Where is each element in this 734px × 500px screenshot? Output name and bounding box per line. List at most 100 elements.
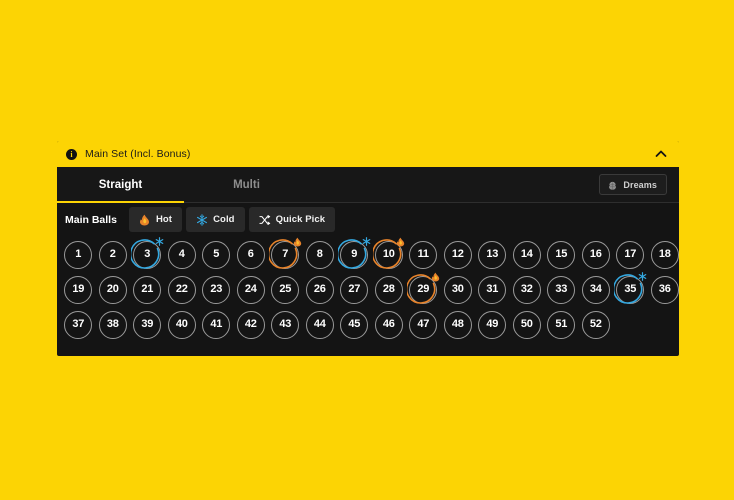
ball-43[interactable]: 43 (268, 307, 303, 342)
ball-circle: 1 (64, 240, 93, 269)
ball-number: 1 (75, 247, 82, 260)
ball-number: 50 (520, 317, 533, 330)
ball-3-cold[interactable]: 3 (130, 237, 165, 272)
ball-35-cold[interactable]: 35 (613, 272, 648, 307)
ball-37[interactable]: 37 (61, 307, 96, 342)
ball-34[interactable]: 34 (579, 272, 614, 307)
ball-14[interactable]: 14 (510, 237, 545, 272)
ball-circle: 45 (340, 310, 369, 339)
ball-18[interactable]: 18 (648, 237, 680, 272)
ball-22[interactable]: 22 (165, 272, 200, 307)
tab-straight[interactable]: Straight (57, 167, 184, 203)
ball-15[interactable]: 15 (544, 237, 579, 272)
ball-26[interactable]: 26 (303, 272, 338, 307)
ball-24[interactable]: 24 (234, 272, 269, 307)
hot-button[interactable]: Hot (128, 207, 183, 232)
ball-circle: 47 (409, 310, 438, 339)
ball-4[interactable]: 4 (165, 237, 200, 272)
ball-32[interactable]: 32 (510, 272, 545, 307)
ball-circle: 41 (202, 310, 231, 339)
ball-number: 27 (348, 282, 361, 295)
ball-6[interactable]: 6 (234, 237, 269, 272)
ball-30[interactable]: 30 (441, 272, 476, 307)
ball-42[interactable]: 42 (234, 307, 269, 342)
ball-circle: 13 (478, 240, 507, 269)
cold-button[interactable]: Cold (186, 207, 245, 232)
ball-8[interactable]: 8 (303, 237, 338, 272)
ball-12[interactable]: 12 (441, 237, 476, 272)
ball-25[interactable]: 25 (268, 272, 303, 307)
ball-9-cold[interactable]: 9 (337, 237, 372, 272)
ball-circle: 46 (374, 310, 403, 339)
ball-21[interactable]: 21 (130, 272, 165, 307)
ball-number: 43 (279, 317, 292, 330)
quick-pick-button[interactable]: Quick Pick (248, 207, 336, 232)
ball-number: 37 (72, 317, 85, 330)
ball-19[interactable]: 19 (61, 272, 96, 307)
ball-circle: 42 (236, 310, 265, 339)
ball-number: 10 (382, 247, 395, 260)
ball-number: 45 (348, 317, 361, 330)
ball-circle: 5 (202, 240, 231, 269)
ball-33[interactable]: 33 (544, 272, 579, 307)
ball-circle: 52 (581, 310, 610, 339)
ball-49[interactable]: 49 (475, 307, 510, 342)
ball-circle: 9 (340, 240, 369, 269)
ball-45[interactable]: 45 (337, 307, 372, 342)
ball-circle: 35 (616, 275, 645, 304)
ball-23[interactable]: 23 (199, 272, 234, 307)
tab-multi[interactable]: Multi (184, 167, 309, 202)
ball-38[interactable]: 38 (96, 307, 131, 342)
chevron-up-icon[interactable] (654, 147, 668, 161)
info-icon[interactable]: i (66, 148, 77, 160)
ball-50[interactable]: 50 (510, 307, 545, 342)
ball-row: 1 2 3 4 5 6 7 8 9 10 11 12 13 14 15 16 17 18 (61, 237, 679, 272)
ball-number: 14 (520, 247, 533, 260)
ball-46[interactable]: 46 (372, 307, 407, 342)
flame-icon (139, 214, 151, 226)
ball-17[interactable]: 17 (613, 237, 648, 272)
ball-52[interactable]: 52 (579, 307, 614, 342)
ball-16[interactable]: 16 (579, 237, 614, 272)
ball-44[interactable]: 44 (303, 307, 338, 342)
ball-40[interactable]: 40 (165, 307, 200, 342)
ball-47[interactable]: 47 (406, 307, 441, 342)
ball-5[interactable]: 5 (199, 237, 234, 272)
ball-41[interactable]: 41 (199, 307, 234, 342)
ball-28[interactable]: 28 (372, 272, 407, 307)
ball-51[interactable]: 51 (544, 307, 579, 342)
ball-11[interactable]: 11 (406, 237, 441, 272)
dreams-brain-icon (607, 179, 618, 190)
ball-7-hot[interactable]: 7 (268, 237, 303, 272)
ball-circle: 49 (478, 310, 507, 339)
ball-29-hot[interactable]: 29 (406, 272, 441, 307)
ball-circle: 18 (650, 240, 679, 269)
ball-36[interactable]: 36 (648, 272, 680, 307)
ball-48[interactable]: 48 (441, 307, 476, 342)
ball-31[interactable]: 31 (475, 272, 510, 307)
ball-39[interactable]: 39 (130, 307, 165, 342)
ball-number: 32 (520, 282, 533, 295)
ball-number: 24 (244, 282, 257, 295)
ball-circle: 11 (409, 240, 438, 269)
dreams-button[interactable]: Dreams (599, 174, 667, 195)
ball-circle: 39 (133, 310, 162, 339)
panel-header[interactable]: i Main Set (Incl. Bonus) (57, 141, 679, 167)
ball-10-hot[interactable]: 10 (372, 237, 407, 272)
ball-1[interactable]: 1 (61, 237, 96, 272)
ball-number: 48 (451, 317, 464, 330)
ball-number: 21 (141, 282, 154, 295)
ball-20[interactable]: 20 (96, 272, 131, 307)
ball-13[interactable]: 13 (475, 237, 510, 272)
ball-circle: 40 (167, 310, 196, 339)
ball-circle: 22 (167, 275, 196, 304)
ball-number: 47 (417, 317, 430, 330)
ball-number: 31 (486, 282, 499, 295)
ball-27[interactable]: 27 (337, 272, 372, 307)
shuffle-icon (259, 214, 271, 226)
ball-circle: 30 (443, 275, 472, 304)
ball-circle: 20 (98, 275, 127, 304)
ball-circle: 27 (340, 275, 369, 304)
ball-2[interactable]: 2 (96, 237, 131, 272)
ball-row: 37 38 39 40 41 42 43 44 45 46 47 48 49 50 51 52 (61, 307, 679, 342)
